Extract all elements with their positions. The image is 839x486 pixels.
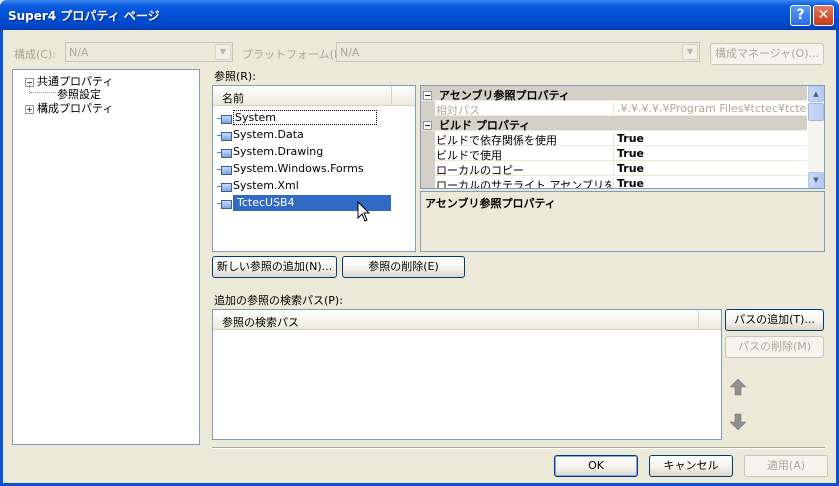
category-build[interactable]: − ビルド プロパティ xyxy=(421,116,807,132)
platform-label: プラットフォーム(P): xyxy=(242,48,349,61)
arrow-down-icon[interactable] xyxy=(725,409,751,435)
reference-item[interactable]: System.Data xyxy=(217,127,304,143)
assembly-icon xyxy=(217,114,232,124)
property-value[interactable]: True xyxy=(613,162,807,175)
ok-button[interactable]: OK xyxy=(554,455,638,477)
reference-list[interactable]: 名前 System System.Data System.Drawing Sys… xyxy=(212,85,416,252)
platform-combo[interactable]: N/A ▼ xyxy=(336,42,700,62)
reference-name: System xyxy=(233,110,378,125)
assembly-icon xyxy=(217,182,232,192)
property-grid[interactable]: − アセンブリ参照プロパティ 相対パス .¥.¥.¥.¥.¥Program Fi… xyxy=(420,85,825,189)
collapse-icon[interactable]: − xyxy=(423,118,435,131)
reference-item[interactable]: System.Xml xyxy=(217,178,299,194)
reference-name: System.Drawing xyxy=(233,145,324,158)
add-reference-button[interactable]: 新しい参照の追加(N)... xyxy=(212,256,337,278)
config-label: 構成(C): xyxy=(14,48,56,61)
tree-node-config-label: 構成プロパティ xyxy=(37,102,114,115)
window-title: Super4 プロパティ ページ xyxy=(8,9,160,23)
chevron-down-icon: ▼ xyxy=(215,44,231,60)
property-row[interactable]: ローカルのサテライト アセンブリをコピー True xyxy=(421,176,807,189)
property-row[interactable]: ビルドで使用 True xyxy=(421,146,807,162)
expand-icon[interactable]: + xyxy=(25,104,34,114)
assembly-icon xyxy=(217,199,232,209)
header-spacer xyxy=(698,310,721,330)
property-value[interactable]: True xyxy=(613,177,807,188)
config-combo[interactable]: N/A ▼ xyxy=(65,42,233,62)
property-value: .¥.¥.¥.¥.¥Program Files¥tctec¥tctec xyxy=(613,102,807,115)
config-value: N/A xyxy=(69,46,89,59)
property-value[interactable]: True xyxy=(613,147,807,160)
reference-name: System.Data xyxy=(233,128,304,141)
close-button[interactable]: ✕ xyxy=(813,5,834,26)
reference-name: System.Windows.Forms xyxy=(233,162,364,175)
config-manager-button[interactable]: 構成マネージャ(O)... xyxy=(710,43,824,65)
collapse-icon[interactable]: − xyxy=(423,88,435,101)
tree-line xyxy=(30,92,56,93)
search-path-list[interactable]: 参照の検索パス xyxy=(212,309,722,440)
property-row[interactable]: 相対パス .¥.¥.¥.¥.¥Program Files¥tctec¥tctec xyxy=(421,101,807,117)
row-gutter xyxy=(421,161,435,176)
chevron-down-icon: ▼ xyxy=(682,44,698,60)
help-button[interactable]: ? xyxy=(790,5,811,26)
property-name: ローカルのサテライト アセンブリをコピー xyxy=(436,179,611,189)
category-tree[interactable]: − 共通プロパティ 参照設定 + 構成プロパティ xyxy=(12,69,200,445)
property-grid-scrollbar[interactable]: ▲ ▼ xyxy=(808,86,824,188)
platform-value: N/A xyxy=(340,46,360,59)
remove-reference-button[interactable]: 参照の削除(E) xyxy=(342,256,465,278)
reference-item[interactable]: System.Drawing xyxy=(217,144,323,160)
references-label: 参照(R): xyxy=(214,70,256,83)
apply-button[interactable]: 適用(A) xyxy=(744,455,828,477)
search-path-column-header: 参照の検索パス xyxy=(222,316,299,329)
header-spacer xyxy=(391,86,415,106)
search-path-header[interactable]: 参照の検索パス xyxy=(213,310,698,330)
tree-node-config[interactable]: + 構成プロパティ xyxy=(25,100,113,116)
properties-window: Super4 プロパティ ページ ? ✕ 構成(C): N/A ▼ プラットフォ… xyxy=(0,0,839,486)
reference-list-header[interactable]: 名前 xyxy=(213,86,391,106)
title-bar[interactable]: Super4 プロパティ ページ ? ✕ xyxy=(0,0,839,30)
property-value[interactable]: True xyxy=(613,132,807,145)
row-gutter xyxy=(421,101,435,116)
reference-item[interactable]: System.Windows.Forms xyxy=(217,161,364,177)
reference-name: System.Xml xyxy=(233,179,299,192)
search-path-label: 追加の参照の検索パス(P): xyxy=(214,294,343,307)
name-column-header: 名前 xyxy=(222,92,244,105)
description-title: アセンブリ参照プロパティ xyxy=(425,197,556,210)
category-assembly[interactable]: − アセンブリ参照プロパティ xyxy=(421,86,807,102)
row-gutter xyxy=(421,131,435,146)
remove-path-button[interactable]: パスの削除(M) xyxy=(725,336,824,358)
property-description: アセンブリ参照プロパティ xyxy=(420,191,825,252)
scroll-down-icon[interactable]: ▼ xyxy=(808,172,824,188)
row-gutter xyxy=(421,146,435,161)
scroll-up-icon[interactable]: ▲ xyxy=(808,86,824,102)
bottom-separator xyxy=(212,447,825,449)
row-gutter xyxy=(421,176,435,188)
cancel-button[interactable]: キャンセル xyxy=(649,455,733,477)
reference-item[interactable]: System xyxy=(217,110,378,126)
property-row[interactable]: ローカルのコピー True xyxy=(421,161,807,177)
property-row[interactable]: ビルドで依存関係を使用 True xyxy=(421,131,807,147)
mouse-cursor-icon xyxy=(357,201,371,222)
arrow-up-icon[interactable] xyxy=(725,374,751,400)
assembly-icon xyxy=(217,148,232,158)
assembly-icon xyxy=(217,131,232,141)
add-path-button[interactable]: パスの追加(T)... xyxy=(725,309,824,331)
scroll-thumb[interactable] xyxy=(808,103,824,121)
dialog-client: 構成(C): N/A ▼ プラットフォーム(P): N/A ▼ 構成マネージャ(… xyxy=(3,30,836,483)
assembly-icon xyxy=(217,165,232,175)
